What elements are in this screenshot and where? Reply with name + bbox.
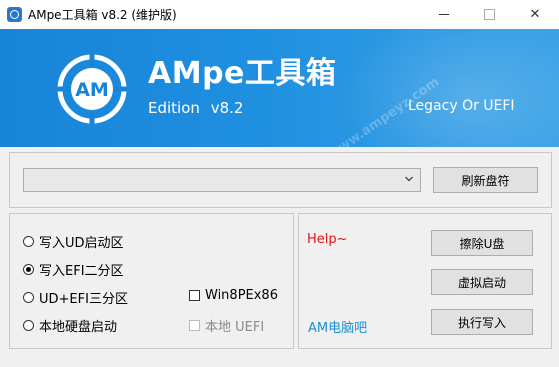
option-label: 写入UD启动区 — [39, 236, 124, 251]
minimize-icon — [439, 14, 449, 15]
minimize-button[interactable] — [421, 0, 467, 29]
disk-select-group: 刷新盘符 — [9, 152, 552, 208]
radio-selected-icon — [23, 264, 34, 275]
radio-icon — [23, 292, 34, 303]
maximize-button[interactable] — [466, 0, 512, 29]
actions-group: Help~ AM电脑吧 擦除U盘 虚拟启动 执行写入 — [298, 213, 552, 349]
win8pe-checkbox[interactable]: Win8PEx86 — [189, 288, 278, 303]
am-logo-icon: AM — [57, 54, 127, 124]
window-title: AMpe工具箱 v8.2 (维护版) — [28, 8, 177, 22]
close-icon: ✕ — [529, 7, 541, 22]
checkbox-icon — [189, 320, 200, 331]
am-forum-link[interactable]: AM电脑吧 — [308, 317, 367, 336]
title-bar: AMpe工具箱 v8.2 (维护版) ✕ — [0, 0, 559, 29]
option-label: 本地硬盘启动 — [39, 320, 118, 335]
erase-usb-button[interactable]: 擦除U盘 — [431, 230, 533, 256]
virtual-boot-button[interactable]: 虚拟启动 — [431, 269, 533, 295]
local-uefi-checkbox[interactable]: 本地 UEFI — [189, 316, 264, 335]
edition-version: v8.2 — [210, 99, 244, 117]
edition-label: Edition — [148, 99, 200, 117]
write-options-group: 写入UD启动区 写入EFI二分区 UD+EFI三分区 本地硬盘启动 Win8PE… — [9, 213, 294, 349]
logo-text: AM — [75, 79, 109, 101]
maximize-icon — [483, 9, 495, 20]
local-uefi-label: 本地 UEFI — [205, 320, 265, 335]
execute-write-button[interactable]: 执行写入 — [431, 309, 533, 335]
option-ud-boot[interactable]: 写入UD启动区 — [23, 232, 124, 251]
checkbox-icon — [189, 290, 200, 301]
option-label: UD+EFI三分区 — [39, 292, 128, 307]
app-icon — [7, 7, 22, 22]
brand-title: AMpe工具箱 — [148, 56, 337, 91]
close-button[interactable]: ✕ — [512, 0, 558, 29]
option-local-disk[interactable]: 本地硬盘启动 — [23, 316, 117, 335]
disk-dropdown[interactable] — [23, 168, 421, 192]
help-link[interactable]: Help~ — [307, 232, 348, 247]
chevron-down-icon — [405, 176, 413, 182]
option-ud-efi-three[interactable]: UD+EFI三分区 — [23, 288, 128, 307]
option-label: 写入EFI二分区 — [39, 264, 124, 279]
option-efi-second[interactable]: 写入EFI二分区 — [23, 260, 124, 279]
radio-icon — [23, 320, 34, 331]
refresh-drives-button[interactable]: 刷新盘符 — [433, 167, 538, 193]
edition-line: Edition v8.2 — [148, 99, 243, 117]
radio-icon — [23, 236, 34, 247]
win8pe-label: Win8PEx86 — [205, 288, 278, 303]
boot-mode-label: Legacy Or UEFI — [408, 98, 515, 114]
header-banner: AM AMpe工具箱 Edition v8.2 Legacy Or UEFI w… — [0, 29, 559, 147]
